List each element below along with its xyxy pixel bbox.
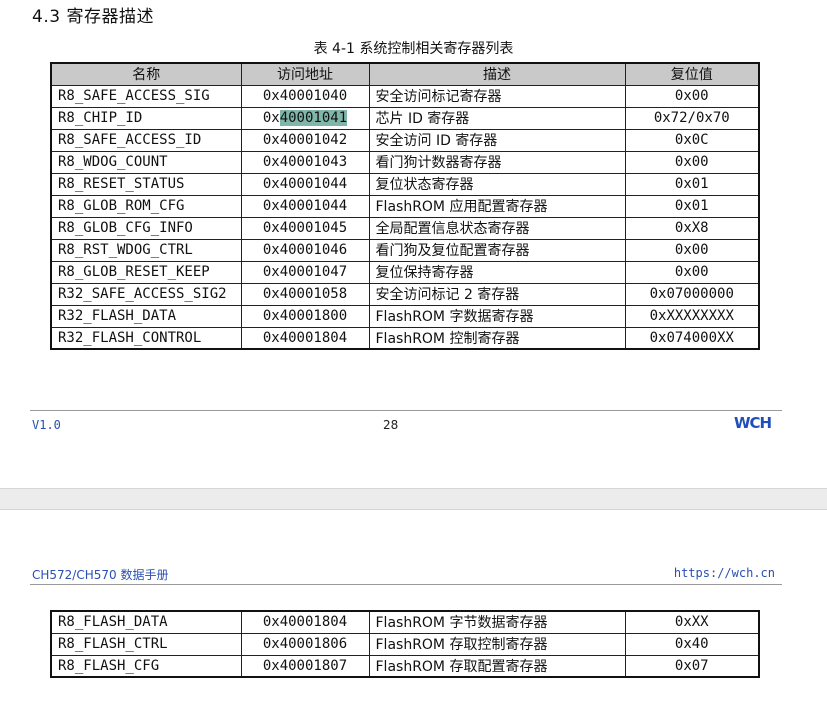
register-name: R32_SAFE_ACCESS_SIG2 bbox=[50, 282, 242, 306]
register-description: FlashROM 存取控制寄存器 bbox=[368, 632, 626, 656]
table-row: R8_RESET_STATUS 0x40001044 复位状态寄存器 0x01 bbox=[50, 172, 760, 196]
register-table: 名称 访问地址 描述 复位值 R8_SAFE_ACCESS_SIG 0x4000… bbox=[50, 62, 760, 350]
table-row: R8_GLOB_CFG_INFO 0x40001045 全局配置信息状态寄存器 … bbox=[50, 216, 760, 240]
register-name: R32_FLASH_CONTROL bbox=[50, 326, 242, 350]
register-description: 全局配置信息状态寄存器 bbox=[368, 216, 626, 240]
register-address: 0x40001046 bbox=[240, 238, 370, 262]
register-description: FlashROM 应用配置寄存器 bbox=[368, 194, 626, 218]
register-address: 0x40001041 bbox=[240, 106, 370, 130]
page-header-title: CH572/CH570 数据手册 bbox=[32, 568, 169, 582]
register-reset-value: 0xX8 bbox=[624, 216, 760, 240]
table-caption: 表 4-1 系统控制相关寄存器列表 bbox=[313, 41, 514, 57]
register-reset-value: 0x01 bbox=[624, 194, 760, 218]
wch-logo: WCH bbox=[734, 414, 772, 432]
register-name: R8_SAFE_ACCESS_SIG bbox=[50, 84, 242, 108]
register-reset-value: 0x00 bbox=[624, 238, 760, 262]
table-row: R8_SAFE_ACCESS_SIG 0x40001040 安全访问标记寄存器 … bbox=[50, 84, 760, 108]
register-reset-value: 0xXX bbox=[624, 610, 760, 634]
table-row: R32_FLASH_DATA 0x40001800 FlashROM 字数据寄存… bbox=[50, 304, 760, 328]
table-row: R8_RST_WDOG_CTRL 0x40001046 看门狗及复位配置寄存器 … bbox=[50, 238, 760, 262]
register-description: FlashROM 字数据寄存器 bbox=[368, 304, 626, 328]
register-name: R8_CHIP_ID bbox=[50, 106, 242, 130]
register-address: 0x40001058 bbox=[240, 282, 370, 306]
register-description: FlashROM 控制寄存器 bbox=[368, 326, 626, 350]
page-header-url: https://wch.cn bbox=[673, 566, 775, 580]
register-address: 0x40001800 bbox=[240, 304, 370, 328]
register-reset-value: 0x00 bbox=[624, 84, 760, 108]
table-row: R8_GLOB_ROM_CFG 0x40001044 FlashROM 应用配置… bbox=[50, 194, 760, 218]
register-address: 0x40001042 bbox=[240, 128, 370, 152]
register-name: R8_SAFE_ACCESS_ID bbox=[50, 128, 242, 152]
register-reset-value: 0xXXXXXXXX bbox=[624, 304, 760, 328]
register-description: FlashROM 字节数据寄存器 bbox=[368, 610, 626, 634]
register-address: 0x40001804 bbox=[240, 610, 370, 634]
register-description: 安全访问标记寄存器 bbox=[368, 84, 626, 108]
register-reset-value: 0x074000XX bbox=[624, 326, 760, 350]
section-heading: 4.3 寄存器描述 bbox=[32, 7, 154, 27]
register-reset-value: 0x00 bbox=[624, 150, 760, 174]
register-address: 0x40001044 bbox=[240, 194, 370, 218]
table-row: R8_SAFE_ACCESS_ID 0x40001042 安全访问 ID 寄存器… bbox=[50, 128, 760, 152]
register-description: 看门狗计数器寄存器 bbox=[368, 150, 626, 174]
table-row: R8_GLOB_RESET_KEEP 0x40001047 复位保持寄存器 0x… bbox=[50, 260, 760, 284]
table-row: R8_FLASH_CTRL 0x40001806 FlashROM 存取控制寄存… bbox=[50, 632, 760, 656]
table-header-row: 名称 访问地址 描述 复位值 bbox=[50, 62, 760, 86]
page-28: 4.3 寄存器描述 表 4-1 系统控制相关寄存器列表 名称 访问地址 描述 复… bbox=[0, 0, 827, 488]
register-name: R32_FLASH_DATA bbox=[50, 304, 242, 328]
table-row: R8_FLASH_CFG 0x40001807 FlashROM 存取配置寄存器… bbox=[50, 654, 760, 678]
register-reset-value: 0x40 bbox=[624, 632, 760, 656]
register-reset-value: 0x72/0x70 bbox=[624, 106, 760, 130]
register-reset-value: 0x00 bbox=[624, 260, 760, 284]
register-reset-value: 0x0C bbox=[624, 128, 760, 152]
register-table-continued: R8_FLASH_DATA 0x40001804 FlashROM 字节数据寄存… bbox=[50, 610, 760, 678]
register-name: R8_FLASH_CFG bbox=[50, 654, 242, 678]
register-description: 安全访问 ID 寄存器 bbox=[368, 128, 626, 152]
register-address: 0x40001045 bbox=[240, 216, 370, 240]
register-name: R8_GLOB_CFG_INFO bbox=[50, 216, 242, 240]
register-reset-value: 0x01 bbox=[624, 172, 760, 196]
register-address: 0x40001047 bbox=[240, 260, 370, 284]
header-description: 描述 bbox=[368, 62, 626, 86]
footer-version: V1.0 bbox=[32, 418, 61, 432]
header-reset-value: 复位值 bbox=[624, 62, 760, 86]
register-description: 芯片 ID 寄存器 bbox=[368, 106, 626, 130]
register-description: 看门狗及复位配置寄存器 bbox=[368, 238, 626, 262]
register-address: 0x40001040 bbox=[240, 84, 370, 108]
highlighted-address-text: 40001041 bbox=[279, 110, 348, 126]
register-reset-value: 0x07 bbox=[624, 654, 760, 678]
page-separator bbox=[0, 488, 827, 510]
register-description: 复位状态寄存器 bbox=[368, 172, 626, 196]
address-prefix: 0x bbox=[262, 110, 280, 126]
register-address: 0x40001806 bbox=[240, 632, 370, 656]
page-29: CH572/CH570 数据手册 https://wch.cn R8_FLASH… bbox=[0, 510, 827, 711]
register-address: 0x40001804 bbox=[240, 326, 370, 350]
register-name: R8_GLOB_RESET_KEEP bbox=[50, 260, 242, 284]
footer-page-number: 28 bbox=[383, 418, 399, 432]
register-description: 复位保持寄存器 bbox=[368, 260, 626, 284]
register-description: 安全访问标记 2 寄存器 bbox=[368, 282, 626, 306]
register-name: R8_FLASH_CTRL bbox=[50, 632, 242, 656]
register-name: R8_RESET_STATUS bbox=[50, 172, 242, 196]
table-row: R8_FLASH_DATA 0x40001804 FlashROM 字节数据寄存… bbox=[50, 610, 760, 634]
header-divider bbox=[30, 584, 782, 585]
register-name: R8_RST_WDOG_CTRL bbox=[50, 238, 242, 262]
register-address: 0x40001807 bbox=[240, 654, 370, 678]
header-address: 访问地址 bbox=[240, 62, 370, 86]
footer-divider bbox=[30, 410, 782, 411]
register-address: 0x40001043 bbox=[240, 150, 370, 174]
header-name: 名称 bbox=[50, 62, 242, 86]
table-row: R32_SAFE_ACCESS_SIG2 0x40001058 安全访问标记 2… bbox=[50, 282, 760, 306]
register-name: R8_FLASH_DATA bbox=[50, 610, 242, 634]
register-name: R8_WDOG_COUNT bbox=[50, 150, 242, 174]
register-address: 0x40001044 bbox=[240, 172, 370, 196]
register-name: R8_GLOB_ROM_CFG bbox=[50, 194, 242, 218]
register-description: FlashROM 存取配置寄存器 bbox=[368, 654, 626, 678]
table-row: R8_CHIP_ID 0x40001041 芯片 ID 寄存器 0x72/0x7… bbox=[50, 106, 760, 130]
table-row: R32_FLASH_CONTROL 0x40001804 FlashROM 控制… bbox=[50, 326, 760, 350]
register-reset-value: 0x07000000 bbox=[624, 282, 760, 306]
table-row: R8_WDOG_COUNT 0x40001043 看门狗计数器寄存器 0x00 bbox=[50, 150, 760, 174]
